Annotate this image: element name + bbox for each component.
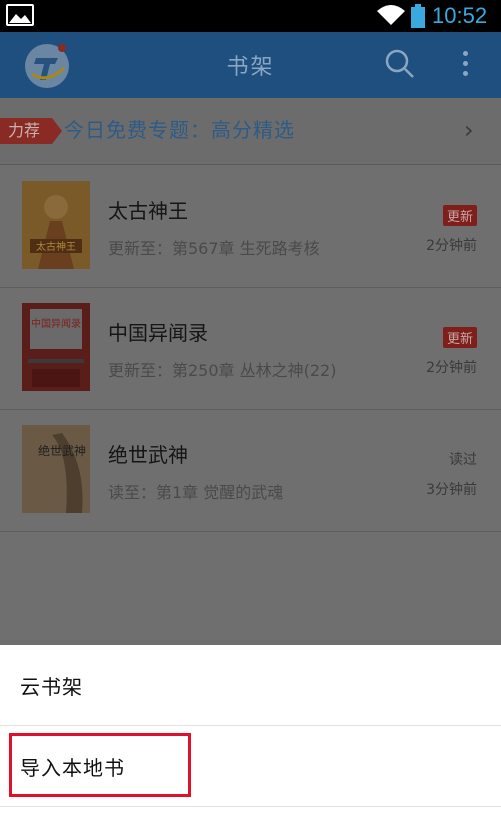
book-title: 中国异闻录 — [108, 321, 208, 345]
cloud-bookshelf-option[interactable]: 云书架 — [0, 645, 501, 726]
promo-text: 今日免费专题：高分精选 — [64, 118, 295, 142]
clock: 10:52 — [432, 3, 488, 28]
book-item[interactable]: 绝世武神 绝世武神 读至：第1章 觉醒的武魂 读过 3分钟前 — [0, 409, 501, 532]
cover-title: 绝世武神 — [38, 443, 86, 458]
cover-title: 中国异闻录 — [31, 317, 81, 330]
menu-item-label: 导入本地书 — [20, 756, 125, 780]
book-progress: 读至：第1章 觉醒的武魂 — [108, 483, 284, 502]
image-icon — [6, 4, 34, 26]
book-cover: 中国异闻录 — [22, 303, 90, 391]
book-item[interactable]: 中国异闻录 中国异闻录 更新至：第250章 丛林之神(22) 更新 2分钟前 — [0, 287, 501, 410]
book-time: 3分钟前 — [426, 482, 477, 498]
update-badge: 更新 — [442, 327, 477, 348]
read-status: 读过 — [449, 452, 477, 468]
battery-icon — [411, 4, 425, 28]
promo-badge: 力荐 — [0, 118, 63, 144]
promo-banner[interactable]: 力荐 今日免费专题：高分精选 › — [0, 98, 501, 165]
book-cover: 太古神王 — [22, 181, 90, 269]
book-title: 太古神王 — [108, 199, 188, 223]
chevron-right-icon: › — [464, 116, 474, 144]
wifi-icon — [377, 5, 405, 25]
bottom-sheet-menu: 云书架 导入本地书 — [0, 645, 501, 813]
book-item[interactable]: 太古神王 太古神王 更新至：第567章 生死路考核 更新 2分钟前 — [0, 165, 501, 288]
update-badge: 更新 — [442, 205, 477, 226]
cover-title: 太古神王 — [36, 240, 76, 253]
status-bar: 10:52 — [0, 0, 501, 32]
book-time: 2分钟前 — [426, 360, 477, 376]
book-time: 2分钟前 — [426, 238, 477, 254]
import-local-book-option[interactable]: 导入本地书 — [0, 726, 501, 807]
page-title: 书架 — [226, 55, 275, 80]
menu-item-label: 云书架 — [20, 675, 83, 699]
app-bar: 书架 — [0, 32, 501, 98]
book-progress: 更新至：第567章 生死路考核 — [108, 239, 320, 258]
bookshelf-list: 太古神王 太古神王 更新至：第567章 生死路考核 更新 2分钟前 中国异闻录 … — [0, 165, 501, 645]
book-cover: 绝世武神 — [22, 425, 90, 513]
book-progress: 更新至：第250章 丛林之神(22) — [108, 361, 337, 380]
book-title: 绝世武神 — [108, 443, 188, 467]
search-icon[interactable] — [384, 48, 416, 80]
more-vert-icon[interactable] — [455, 46, 475, 86]
